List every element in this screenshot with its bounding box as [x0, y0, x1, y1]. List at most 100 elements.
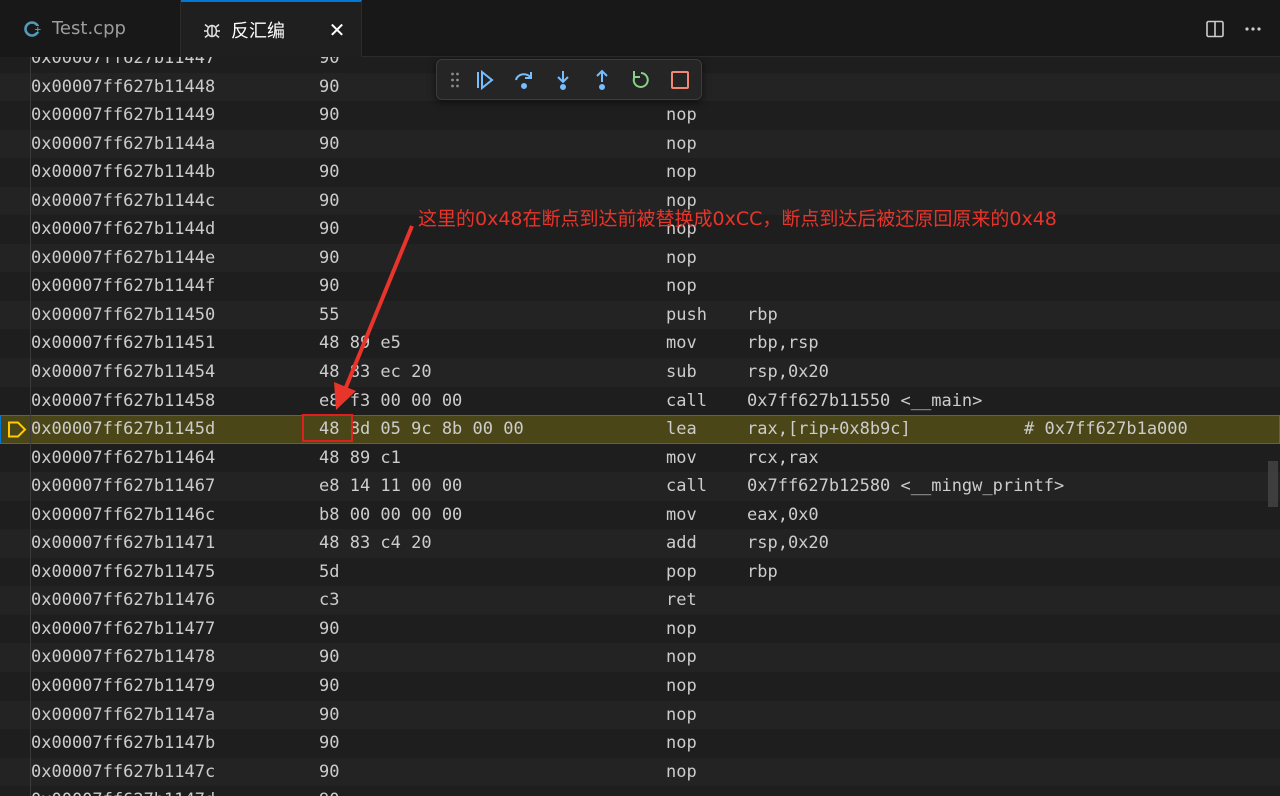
disassembly-row[interactable]: 0x00007ff627b11450 55 push rbp	[0, 300, 1280, 330]
instruction-bytes: 90	[319, 76, 340, 97]
instruction-addr: 0x00007ff627b1144a	[31, 133, 216, 154]
restart-icon	[632, 70, 649, 88]
instruction-addr: 0x00007ff627b1147b	[31, 733, 216, 754]
instruction-addr: 0x00007ff627b11448	[31, 76, 216, 97]
scrollbar-thumb[interactable]	[1268, 461, 1278, 507]
instruction-op: pop	[666, 561, 697, 582]
instruction-addr: 0x00007ff627b11478	[31, 647, 216, 668]
stop-icon	[670, 70, 689, 89]
instruction-args: eax,0x0	[747, 504, 819, 525]
restart-button[interactable]	[621, 64, 660, 96]
tab-label: 反汇编	[231, 20, 285, 42]
disassembly-row[interactable]: 0x00007ff627b11449 90 nop	[0, 101, 1280, 130]
svg-text:+: +	[34, 25, 42, 35]
disassembly-row[interactable]: 0x00007ff627b11471 48 83 c4 20 add rsp,0x20	[0, 529, 1280, 558]
disassembly-row[interactable]: 0x00007ff627b11467 e8 14 11 00 00 call 0x7f…	[0, 472, 1280, 501]
instruction-op: ret	[666, 590, 697, 611]
instruction-addr: 0x00007ff627b1144d	[31, 219, 216, 240]
debug-toolbar	[436, 59, 702, 100]
instruction-bytes: 48 83 c4 20	[319, 533, 432, 554]
annotation-text: 这里的0x48在断点到达前被替换成0xCC，断点到达后被还原回原来的0x48	[418, 208, 1057, 230]
disassembly-row[interactable]: 0x00007ff627b1147a 90 nop	[0, 700, 1280, 730]
disassembly-row[interactable]: 0x00007ff627b11479 90 nop	[0, 672, 1280, 701]
editor-tab-bar: + Test.cpp 反汇编 ✕	[0, 0, 1280, 57]
instruction-addr: 0x00007ff627b11479	[31, 676, 216, 697]
disassembly-row[interactable]: 0x00007ff627b1147d 90	[0, 786, 1280, 796]
step-out-button[interactable]	[582, 64, 621, 96]
disassembly-row[interactable]: 0x00007ff627b11451 48 89 e5 mov rbp,rsp	[0, 329, 1280, 359]
instruction-addr: 0x00007ff627b1147c	[31, 761, 216, 782]
instruction-op: mov	[666, 504, 697, 525]
instruction-bytes: 90	[319, 219, 340, 240]
step-over-button[interactable]	[504, 64, 543, 96]
split-editor-icon[interactable]	[1204, 18, 1226, 40]
continue-button[interactable]	[465, 64, 504, 96]
instruction-bytes: e8 14 11 00 00	[319, 476, 463, 497]
cpp-file-icon: +	[22, 18, 44, 40]
instruction-addr: 0x00007ff627b1144b	[31, 162, 216, 183]
instruction-bytes: 90	[319, 276, 340, 297]
instruction-op: mov	[666, 447, 697, 468]
disassembly-row[interactable]: 0x00007ff627b11475 5d pop rbp	[0, 557, 1280, 587]
tab-disassembly[interactable]: 反汇编 ✕	[181, 0, 362, 57]
disassembly-row[interactable]: 0x00007ff627b11458 e8 f3 00 00 00 call 0x7f…	[0, 386, 1280, 416]
stop-button[interactable]	[660, 64, 699, 96]
instruction-bytes: 90	[319, 676, 340, 697]
disassembly-row[interactable]: 0x00007ff627b1144e 90 nop	[0, 243, 1280, 273]
instruction-addr: 0x00007ff627b11449	[31, 105, 216, 126]
instruction-addr: 0x00007ff627b11447	[31, 57, 216, 68]
instruction-op: nop	[666, 704, 697, 725]
close-icon[interactable]: ✕	[327, 20, 347, 40]
instruction-op: add	[666, 533, 697, 554]
disassembly-row[interactable]: 0x00007ff627b1144f 90 nop	[0, 272, 1280, 301]
instruction-addr: 0x00007ff627b11467	[31, 476, 216, 497]
instruction-addr: 0x00007ff627b1147a	[31, 704, 216, 725]
disassembly-row[interactable]: 0x00007ff627b1147b 90 nop	[0, 729, 1280, 758]
tab-test-cpp[interactable]: + Test.cpp	[0, 0, 181, 57]
disassembly-row[interactable]: 0x00007ff627b11454 48 83 ec 20 sub rsp,0x20	[0, 358, 1280, 387]
disassembly-row[interactable]: 0x00007ff627b11464 48 89 c1 mov rcx,rax	[0, 443, 1280, 473]
current-instruction-row[interactable]: 0x00007ff627b1145d 48 8d 05 9c 8b 00 00 le…	[0, 415, 1280, 444]
instruction-op: push	[666, 304, 707, 325]
instruction-op: lea	[666, 419, 697, 440]
instruction-args: rax,[rip+0x8b9c]	[747, 419, 911, 440]
instruction-addr: 0x00007ff627b11471	[31, 533, 216, 554]
instruction-addr: 0x00007ff627b11451	[31, 333, 216, 354]
instruction-bytes: 90	[319, 247, 340, 268]
tab-label: Test.cpp	[52, 18, 126, 39]
drag-handle-icon[interactable]	[445, 64, 465, 96]
instruction-args: rbp	[747, 561, 778, 582]
instruction-args: rbp	[747, 304, 778, 325]
disassembly-row[interactable]: 0x00007ff627b1144b 90 nop	[0, 158, 1280, 187]
instruction-bytes: 48 89 c1	[319, 447, 401, 468]
instruction-bytes: 90	[319, 190, 340, 211]
instruction-op: nop	[666, 133, 697, 154]
disassembly-view[interactable]: 0x00007ff627b11447 90 0x00007ff627b11448 90…	[0, 57, 1280, 796]
disassembly-row[interactable]: 0x00007ff627b1144a 90 nop	[0, 129, 1280, 159]
disassembly-row[interactable]: 0x00007ff627b11477 90 nop	[0, 614, 1280, 644]
instruction-bytes: 48 89 e5	[319, 333, 401, 354]
disassembly-rows: 0x00007ff627b11447 90 0x00007ff627b11448 90…	[0, 57, 1280, 796]
instruction-comment: # 0x7ff627b1a000	[1024, 419, 1188, 440]
instruction-op: call	[666, 476, 707, 497]
disassembly-row[interactable]: 0x00007ff627b1146c b8 00 00 00 00 mov eax,0…	[0, 500, 1280, 530]
instruction-op: nop	[666, 676, 697, 697]
disassembly-row[interactable]: 0x00007ff627b11478 90 nop	[0, 643, 1280, 673]
instruction-op: nop	[666, 162, 697, 183]
instruction-bytes: b8 00 00 00 00	[319, 504, 463, 525]
debug-disassembly-icon	[201, 19, 223, 41]
instruction-op: nop	[666, 276, 697, 297]
instruction-bytes: 90	[319, 57, 340, 68]
instruction-op: nop	[666, 247, 697, 268]
disassembly-row[interactable]: 0x00007ff627b1147c 90 nop	[0, 757, 1280, 787]
instruction-addr: 0x00007ff627b1144e	[31, 247, 216, 268]
instruction-addr: 0x00007ff627b1146c	[31, 504, 216, 525]
more-actions-icon[interactable]	[1242, 18, 1264, 40]
instruction-bytes: 90	[319, 162, 340, 183]
disassembly-row[interactable]: 0x00007ff627b11476 c3 ret	[0, 586, 1280, 615]
instruction-bytes: 90	[319, 704, 340, 725]
instruction-bytes: e8 f3 00 00 00	[319, 390, 463, 411]
instruction-args: rcx,rax	[747, 447, 819, 468]
step-into-button[interactable]	[543, 64, 582, 96]
instruction-bytes: 90	[319, 133, 340, 154]
